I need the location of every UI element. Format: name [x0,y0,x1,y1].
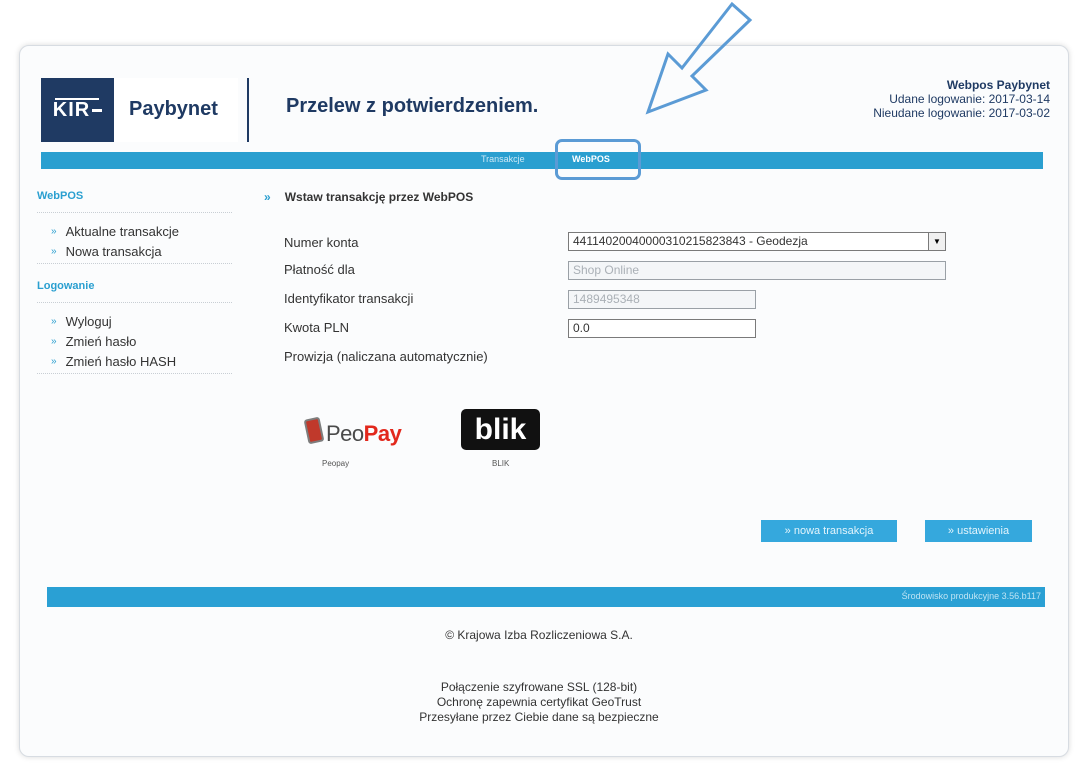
payee-label: Płatność dla [284,262,355,277]
sidebar: WebPOS » Aktualne transakcje » Nowa tran… [37,190,242,382]
logo-divider [247,78,249,142]
divider [37,263,232,264]
peopay-logo-text: PeoPay [326,421,402,447]
divider [37,373,232,374]
ssl-line-2: Ochronę zapewnia certyfikat GeoTrust [436,695,642,709]
sidebar-item-zmien-haslo-hash[interactable]: » Zmień hasło HASH [37,351,242,371]
fee-label: Prowizja (naliczana automatycznie) [284,349,488,364]
nav-tab-transakcje[interactable]: Transakcje [481,154,525,164]
sidebar-heading-logowanie: Logowanie [37,280,95,292]
kir-logo-mark: KIR [41,78,114,142]
account-select[interactable]: 44114020040000310215823843 - Geodezja ▼ [568,232,946,251]
annotation-highlight-box [555,139,641,180]
annotation-arrow-icon [645,1,753,115]
ssl-info: Połączenie szyfrowane SSL (128-bit) Ochr… [0,680,1078,725]
amount-field[interactable]: 0.0 [568,319,756,338]
chevron-right-icon: » [51,225,57,237]
footer-bar: Środowisko produkcyjne 3.56.b117 [47,587,1045,607]
peopay-caption: Peopay [322,459,350,468]
copyright: © Krajowa Izba Rozliczeniowa S.A. [445,628,633,642]
sidebar-heading-webpos: WebPOS [37,190,84,202]
blik-caption: BLIK [492,459,510,468]
ssl-line-1: Połączenie szyfrowane SSL (128-bit) [440,680,638,694]
sidebar-item-wyloguj[interactable]: » Wyloguj [37,311,242,331]
chevron-down-icon[interactable]: ▼ [928,233,945,250]
sidebar-item-zmien-haslo[interactable]: » Zmień hasło [37,331,242,351]
sidebar-item-aktualne-transakcje[interactable]: » Aktualne transakcje [37,221,242,241]
environment-label: Środowisko produkcyjne 3.56.b117 [901,591,1041,601]
peopay-logo-text-b: Pay [363,421,402,446]
new-transaction-button[interactable]: » nowa transakcja [761,520,897,542]
account-label: Numer konta [284,235,359,250]
phone-icon [303,416,325,445]
sidebar-item-label: Aktualne transakcje [65,223,180,239]
amount-label: Kwota PLN [284,320,350,335]
chevron-right-icon: » [264,190,271,204]
sidebar-item-label: Wyloguj [65,313,112,329]
section-title: » Wstaw transakcję przez WebPOS [264,190,473,204]
blik-logo[interactable]: blik [461,409,540,450]
divider [37,212,232,213]
payee-field: Shop Online [568,261,946,280]
ssl-line-3: Przesyłane przez Ciebie dane są bezpiecz… [419,710,659,724]
section-title-text: Wstaw transakcję przez WebPOS [284,190,474,204]
peopay-logo[interactable]: PeoPay [303,414,416,454]
kir-logo-text: KIR [52,98,91,121]
last-success-login: Udane logowanie: 2017-03-14 [889,92,1050,106]
blik-logo-text: blik [474,412,527,446]
page-title: Przelew z potwierdzeniem. [286,95,539,117]
user-info: Webpos Paybynet Udane logowanie: 2017-03… [873,78,1050,120]
last-failed-login: Nieudane logowanie: 2017-03-02 [873,106,1050,120]
txid-field: 1489495348 [568,290,756,309]
account-select-value: 44114020040000310215823843 - Geodezja [573,234,808,248]
chevron-right-icon: » [51,335,57,347]
sidebar-item-label: Nowa transakcja [65,243,162,259]
chevron-right-icon: » [51,245,57,257]
user-name: Webpos Paybynet [946,78,1050,92]
sidebar-item-label: Zmień hasło [65,333,137,349]
chevron-right-icon: » [51,315,57,327]
paybynet-logo-text: Paybynet [129,98,218,120]
divider [37,302,232,303]
settings-button[interactable]: » ustawienia [925,520,1032,542]
main-nav: Transakcje WebPOS [41,152,1043,169]
txid-label: Identyfikator transakcji [284,291,414,306]
sidebar-item-nowa-transakcja[interactable]: » Nowa transakcja [37,241,242,261]
chevron-right-icon: » [51,355,57,367]
sidebar-item-label: Zmień hasło HASH [65,353,177,369]
kir-logo: KIR Paybynet [41,78,238,142]
peopay-logo-text-a: Peo [326,421,364,446]
